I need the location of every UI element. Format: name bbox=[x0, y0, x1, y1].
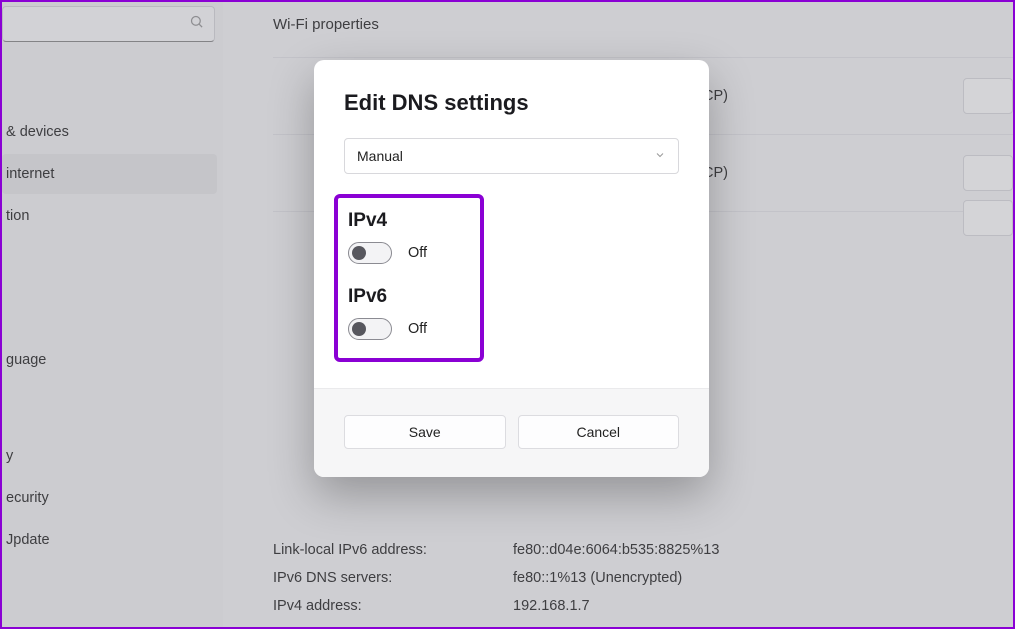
ipv6-group: IPv6 Off bbox=[348, 286, 470, 340]
ipv6-toggle[interactable] bbox=[348, 318, 392, 340]
ipv4-group: IPv4 Off bbox=[348, 210, 470, 264]
annotation-highlight: IPv4 Off IPv6 Off bbox=[334, 194, 484, 362]
dialog-title: Edit DNS settings bbox=[344, 90, 679, 116]
ipv4-toggle[interactable] bbox=[348, 242, 392, 264]
toggle-label: IPv6 bbox=[348, 286, 470, 308]
toggle-label: IPv4 bbox=[348, 210, 470, 232]
dns-mode-select[interactable]: Manual bbox=[344, 138, 679, 174]
cancel-button[interactable]: Cancel bbox=[518, 415, 680, 449]
toggle-state: Off bbox=[408, 245, 427, 261]
select-value: Manual bbox=[357, 148, 654, 164]
chevron-down-icon bbox=[654, 148, 666, 164]
edit-dns-dialog: Edit DNS settings Manual IPv4 Off IPv6 bbox=[314, 60, 709, 477]
toggle-state: Off bbox=[408, 321, 427, 337]
save-button[interactable]: Save bbox=[344, 415, 506, 449]
